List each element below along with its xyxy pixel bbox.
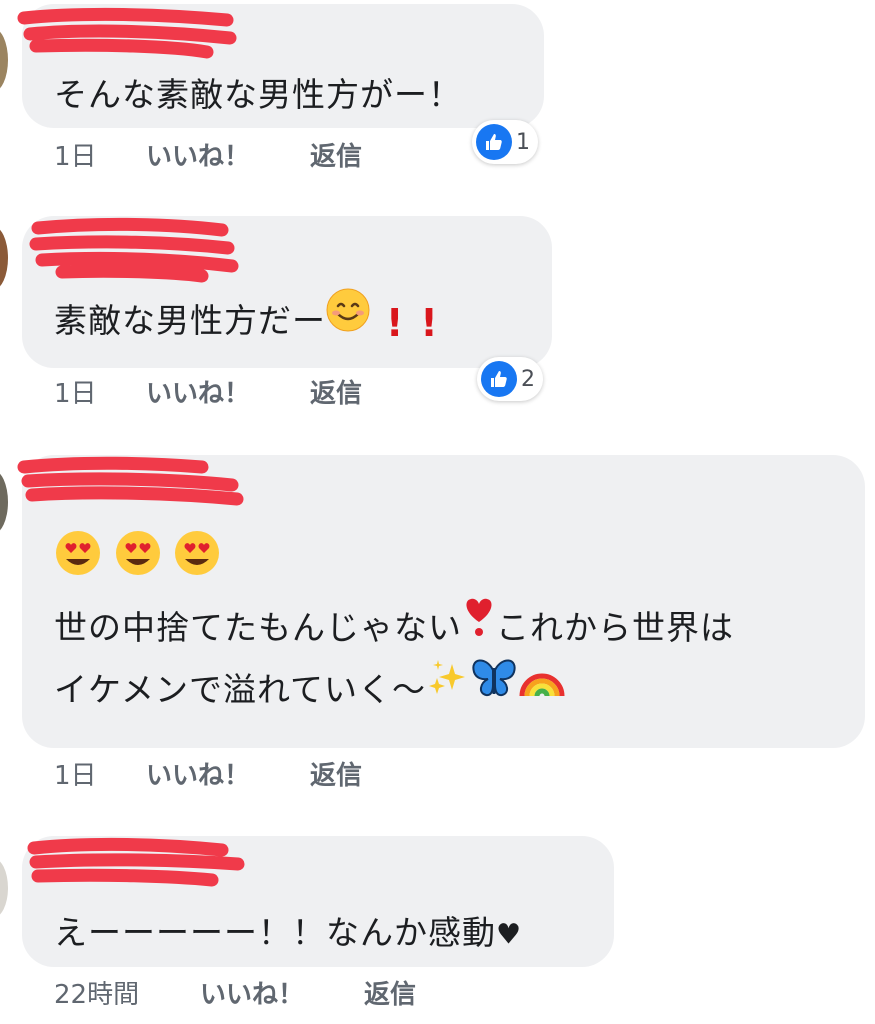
reply-button[interactable]: 返信: [364, 975, 416, 1015]
comment-time: 1日: [54, 761, 97, 791]
like-button[interactable]: いいね！: [146, 756, 250, 796]
comment-line: 世の中捨てたもんじゃない これから世界は: [54, 597, 734, 659]
heart-eyes-icon: [114, 529, 162, 597]
comment-text: そんな素敵な男性方がー！: [54, 75, 462, 114]
comment-feed: そんな素敵な男性方がー！ 1 1日 いいね！ 返信 素敵な男性方だー!! 2 1…: [0, 0, 875, 1024]
emoji-line: [54, 530, 734, 597]
reply-button[interactable]: 返信: [310, 137, 362, 177]
comment-time: 22時間: [54, 980, 140, 1010]
like-button[interactable]: いいね！: [200, 975, 304, 1015]
reply-button[interactable]: 返信: [310, 756, 362, 796]
redacted-name: [17, 456, 244, 506]
redacted-name: [17, 7, 237, 59]
comment-text: 素敵な男性方だー!!: [54, 288, 439, 354]
sparkles-icon: [426, 656, 470, 720]
redacted-name: [27, 837, 245, 887]
comment-bubble[interactable]: そんな素敵な男性方がー！: [17, 4, 544, 128]
comment-time: 1日: [54, 142, 97, 172]
reply-button[interactable]: 返信: [310, 374, 362, 414]
smiling-face-icon: [326, 288, 370, 352]
avatar[interactable]: [0, 28, 8, 92]
comment-text: えーーーーー！！なんか感動♥: [54, 913, 523, 952]
exclamation-icon: !: [386, 300, 405, 345]
avatar[interactable]: [0, 470, 8, 534]
comment-time: 1日: [54, 379, 97, 409]
reaction-count: 1: [516, 129, 530, 155]
heart-eyes-icon: [54, 529, 102, 597]
comment-text: 世の中捨てたもんじゃない これから世界は イケメンで溢れていく〜: [54, 530, 734, 721]
butterfly-icon: [470, 656, 518, 720]
comment-bubble[interactable]: 素敵な男性方だー!!: [22, 216, 552, 368]
like-button[interactable]: いいね！: [146, 137, 250, 177]
exclamation-icon: !: [420, 300, 439, 345]
like-icon: [481, 361, 517, 397]
rainbow-icon: [518, 656, 566, 720]
red-heart-exclamation-icon: [462, 594, 496, 658]
comment-bubble[interactable]: 世の中捨てたもんじゃない これから世界は イケメンで溢れていく〜: [17, 455, 865, 748]
redacted-name: [29, 217, 239, 283]
comment-bubble[interactable]: えーーーーー！！なんか感動♥: [22, 836, 614, 967]
heart-eyes-icon: [173, 529, 221, 597]
avatar[interactable]: [0, 858, 8, 918]
reaction-badge[interactable]: 1: [472, 120, 538, 164]
reaction-count: 2: [521, 366, 535, 392]
like-icon: [476, 124, 512, 160]
heart-icon: ♥: [496, 917, 523, 951]
reaction-badge[interactable]: 2: [477, 357, 543, 401]
avatar[interactable]: [0, 226, 8, 290]
like-button[interactable]: いいね！: [146, 374, 250, 414]
comment-line: イケメンで溢れていく〜: [54, 659, 734, 721]
